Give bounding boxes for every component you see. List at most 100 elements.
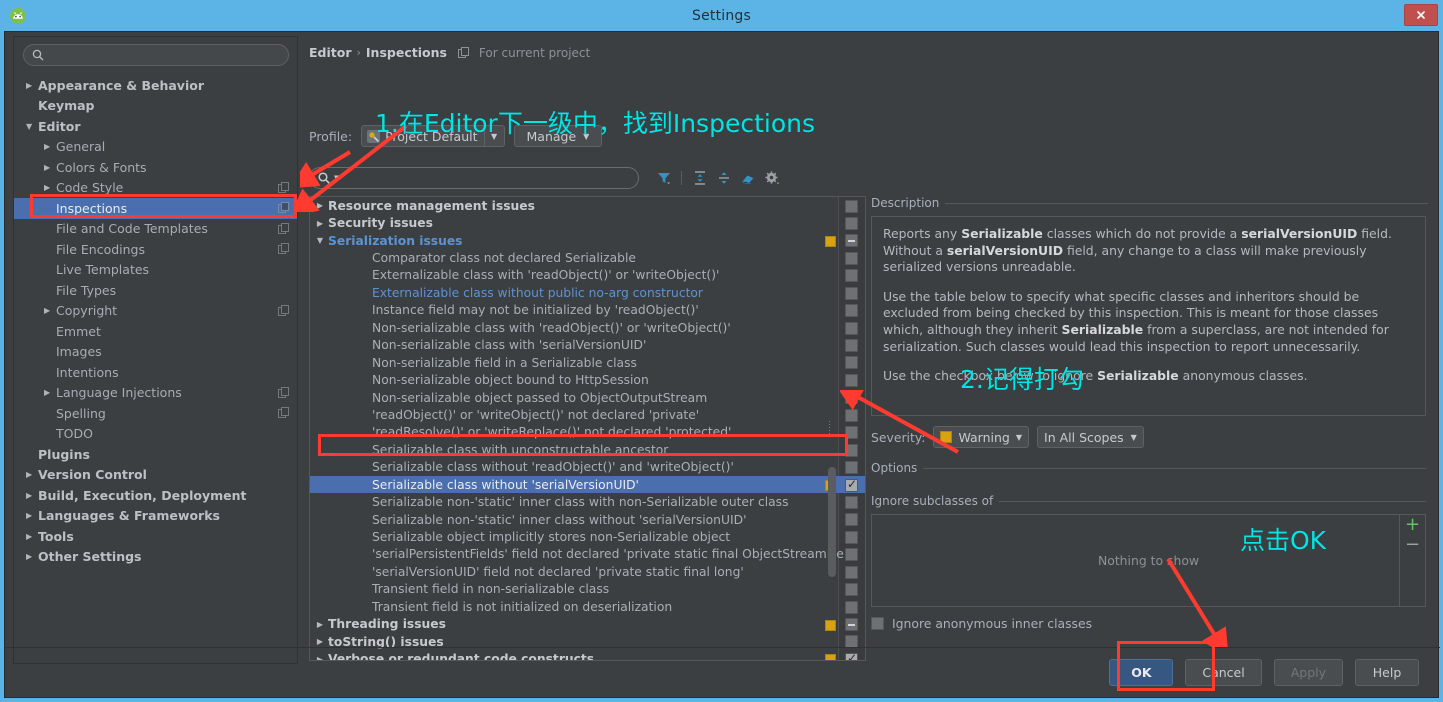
severity-select[interactable]: Warning ▼ [933, 426, 1030, 448]
sidebar-item-emmet[interactable]: Emmet [14, 321, 297, 342]
inspection-checkbox[interactable] [845, 373, 858, 387]
inspection-row[interactable]: Non-serializable object bound to HttpSes… [310, 371, 865, 388]
inspection-checkbox[interactable] [845, 356, 858, 370]
sidebar-search-input[interactable] [49, 47, 288, 63]
sidebar-item-file-types[interactable]: File Types [14, 280, 297, 301]
inspection-search-input[interactable] [343, 170, 638, 186]
sidebar-item-version-control[interactable]: ▶ Version Control [14, 465, 297, 486]
inspection-row[interactable]: Non-serializable field in a Serializable… [310, 354, 865, 371]
chevron-right-icon[interactable]: ▶ [26, 552, 38, 561]
inspection-row[interactable]: Non-serializable object passed to Object… [310, 389, 865, 406]
chevron-right-icon[interactable]: ▶ [312, 637, 328, 646]
chevron-right-icon[interactable]: ▶ [26, 491, 38, 500]
sidebar-item-colors-fonts[interactable]: ▶ Colors & Fonts [14, 157, 297, 178]
remove-button[interactable]: − [1405, 536, 1420, 554]
inspection-row[interactable]: 'readResolve()' or 'writeReplace()' not … [310, 424, 865, 441]
inspection-checkbox[interactable] [845, 286, 858, 300]
inspection-row[interactable]: Serializable class without 'serialVersio… [310, 476, 865, 494]
sidebar-item-tools[interactable]: ▶ Tools [14, 526, 297, 547]
chevron-right-icon[interactable]: ▶ [44, 183, 56, 192]
chevron-right-icon[interactable]: ▶ [44, 388, 56, 397]
expand-all-icon[interactable] [689, 168, 710, 189]
inspection-checkbox[interactable] [845, 530, 858, 544]
sidebar-search[interactable] [23, 44, 289, 66]
inspection-checkbox[interactable] [845, 304, 858, 318]
sidebar-item-build-execution-deployment[interactable]: ▶ Build, Execution, Deployment [14, 485, 297, 506]
chevron-down-icon[interactable]: ▼ [26, 122, 38, 131]
inspection-checkbox[interactable] [845, 199, 858, 213]
inspection-row[interactable]: Non-serializable class with 'serialVersi… [310, 337, 865, 354]
inspection-checkbox[interactable] [845, 513, 858, 527]
sidebar-item-images[interactable]: Images [14, 342, 297, 363]
sidebar-item-inspections[interactable]: Inspections [14, 198, 297, 219]
breadcrumb-root[interactable]: Editor [309, 45, 352, 60]
inspection-row[interactable]: Externalizable class without public no-a… [310, 284, 865, 301]
inspection-checkbox[interactable] [845, 600, 858, 614]
chevron-down-icon[interactable]: ▼ [312, 236, 328, 245]
inspection-checkbox[interactable] [845, 548, 858, 562]
sidebar-item-language-injections[interactable]: ▶ Language Injections [14, 383, 297, 404]
inspection-row[interactable]: Serializable class with unconstructable … [310, 441, 865, 458]
sidebar-item-spelling[interactable]: Spelling [14, 403, 297, 424]
ok-button[interactable]: OK [1109, 659, 1174, 686]
reset-icon[interactable] [737, 168, 758, 189]
inspections-tree[interactable]: ▶ Resource management issues ▶ Security iss… [309, 196, 866, 661]
sidebar-item-intentions[interactable]: Intentions [14, 362, 297, 383]
chevron-right-icon[interactable]: ▶ [26, 470, 38, 479]
inspection-checkbox[interactable] [845, 234, 858, 248]
sidebar-item-appearance-behavior[interactable]: ▶ Appearance & Behavior [14, 75, 297, 96]
sidebar-item-copyright[interactable]: ▶ Copyright [14, 301, 297, 322]
inspection-checkbox[interactable] [845, 251, 858, 265]
chevron-right-icon[interactable]: ▶ [312, 201, 328, 210]
scope-select[interactable]: In All Scopes ▼ [1037, 426, 1144, 448]
chevron-right-icon[interactable]: ▶ [26, 532, 38, 541]
chevron-right-icon[interactable]: ▶ [312, 219, 328, 228]
gear-icon[interactable] [761, 168, 782, 189]
add-button[interactable]: + [1405, 516, 1420, 534]
sidebar-item-code-style[interactable]: ▶ Code Style [14, 178, 297, 199]
help-button[interactable]: Help [1355, 659, 1419, 686]
inspection-checkbox[interactable] [845, 216, 858, 230]
chevron-down-icon[interactable]: ▼ [334, 174, 339, 182]
inspection-row[interactable]: Transient field is not initialized on de… [310, 598, 865, 615]
inspection-checkbox[interactable] [845, 426, 858, 440]
inspection-checkbox[interactable] [845, 461, 858, 475]
inspection-row[interactable]: Transient field in non-serializable clas… [310, 581, 865, 598]
inspection-checkbox[interactable] [845, 339, 858, 352]
tree-scrollbar[interactable] [828, 467, 836, 577]
close-icon[interactable] [1404, 4, 1438, 26]
inspection-checkbox[interactable] [845, 269, 858, 283]
splitter-grip[interactable] [829, 419, 834, 434]
inspection-row[interactable]: Serializable class without 'readObject()… [310, 459, 865, 476]
inspection-checkbox[interactable] [845, 618, 858, 631]
inspection-search[interactable]: ▼ [309, 167, 639, 189]
chevron-right-icon[interactable]: ▶ [44, 306, 56, 315]
sidebar-item-keymap[interactable]: Keymap [14, 96, 297, 117]
chevron-right-icon[interactable]: ▶ [26, 511, 38, 520]
inspection-row[interactable]: Non-serializable class with 'readObject(… [310, 319, 865, 336]
inspection-checkbox[interactable] [845, 583, 858, 597]
chevron-right-icon[interactable]: ▶ [44, 142, 56, 151]
ignore-subclasses-list[interactable]: Nothing to show + − [871, 514, 1426, 607]
filter-icon[interactable] [653, 168, 674, 189]
inspection-checkbox[interactable] [845, 495, 858, 509]
inspection-group-row[interactable]: ▶ Security issues [310, 214, 865, 231]
inspection-row[interactable]: Serializable non-'static' inner class wi… [310, 493, 865, 510]
sidebar-item-languages-frameworks[interactable]: ▶ Languages & Frameworks [14, 506, 297, 527]
ignore-anonymous-checkbox[interactable]: Ignore anonymous inner classes [871, 616, 1092, 631]
inspection-row[interactable]: Serializable non-'static' inner class wi… [310, 511, 865, 528]
inspection-checkbox[interactable] [845, 443, 858, 457]
sidebar-item-file-encodings[interactable]: File Encodings [14, 239, 297, 260]
sidebar-item-other-settings[interactable]: ▶ Other Settings [14, 547, 297, 568]
checkbox-icon[interactable] [871, 617, 884, 630]
inspection-group-row[interactable]: ▼ Serialization issues [310, 232, 865, 249]
cancel-button[interactable]: Cancel [1185, 659, 1262, 686]
inspection-checkbox[interactable] [845, 477, 858, 492]
inspection-row[interactable]: 'readObject()' or 'writeObject()' not de… [310, 406, 865, 423]
inspection-row[interactable]: Serializable object implicitly stores no… [310, 528, 865, 545]
sidebar-item-file-and-code-templates[interactable]: File and Code Templates [14, 219, 297, 240]
sidebar-item-todo[interactable]: TODO [14, 424, 297, 445]
inspection-checkbox[interactable] [845, 391, 858, 405]
sidebar-item-editor[interactable]: ▼ Editor [14, 116, 297, 137]
inspection-row[interactable]: 'serialVersionUID' field not declared 'p… [310, 563, 865, 580]
